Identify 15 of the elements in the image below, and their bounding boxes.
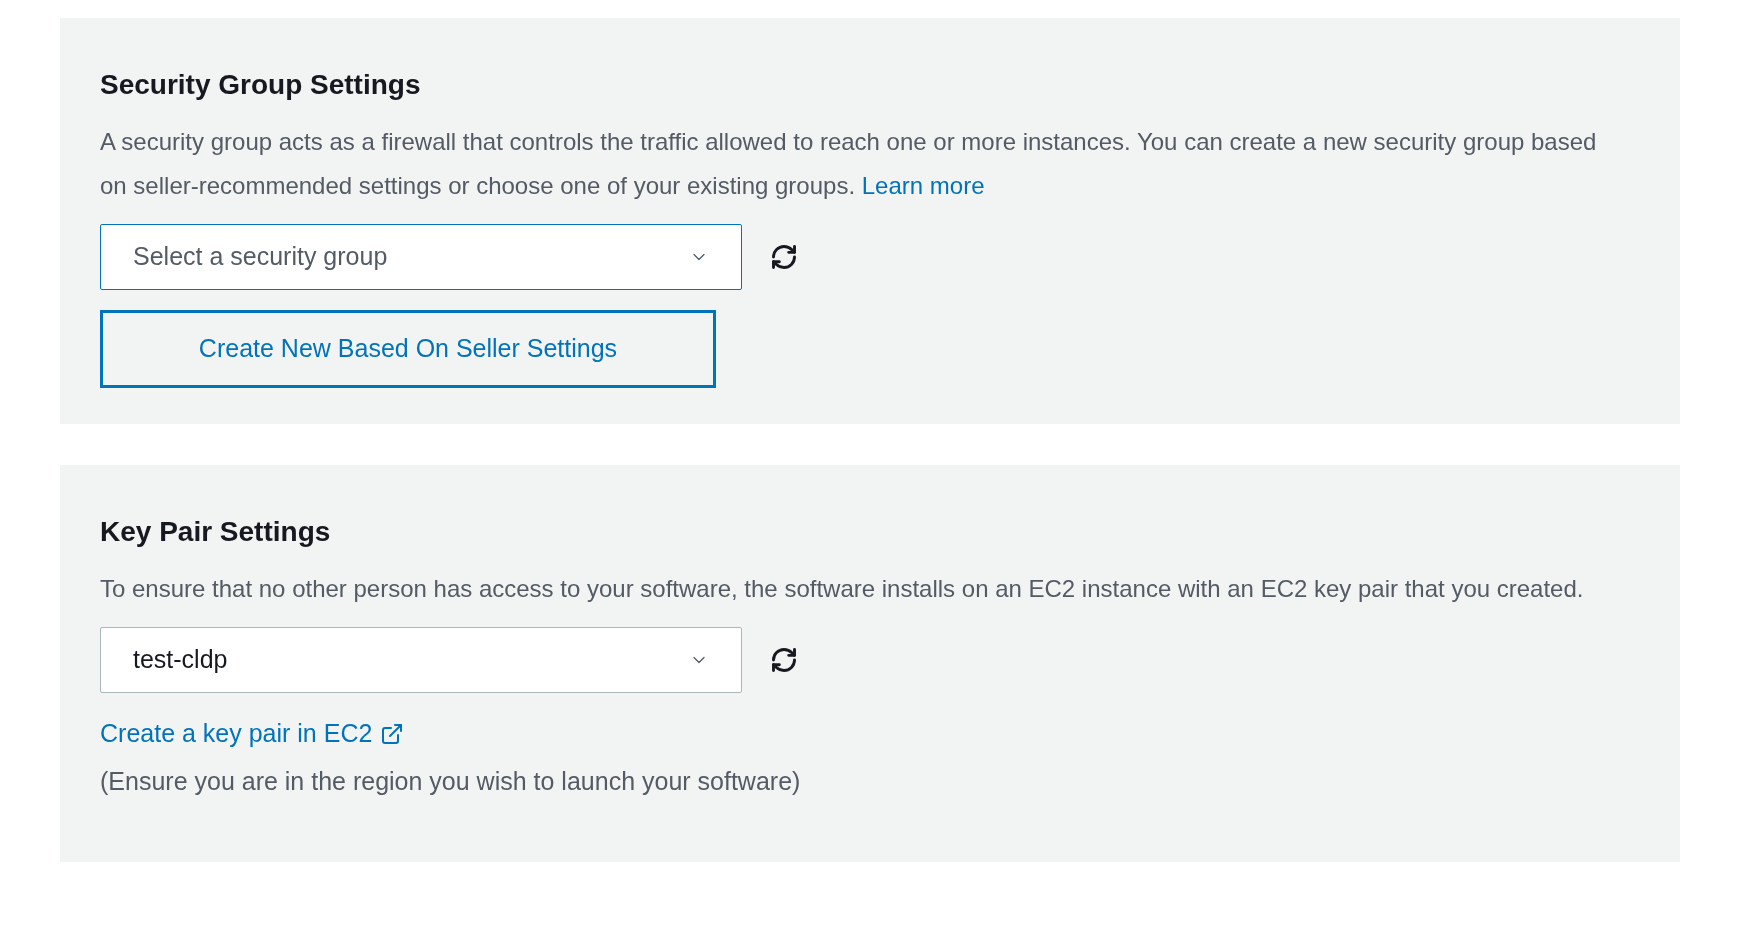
refresh-icon[interactable] (770, 243, 798, 271)
learn-more-link[interactable]: Learn more (861, 172, 985, 199)
dropdown-select[interactable]: Select a security group (100, 224, 742, 290)
create-key-pair-link[interactable]: Create a key pair in EC2 (100, 715, 405, 753)
section-title: Security Group Settings (100, 68, 422, 102)
section-description: To ensure that no other person has access to your software, the software installs on an EC2 instance with an EC2 key pair that you created. (100, 574, 1585, 604)
select-value: test-cldp (133, 644, 228, 676)
select-placeholder: Select a security group (133, 241, 388, 273)
section-description: A security group acts as a firewall that controls the traffic allowed to reach one or more instances. You can create a new security group based on seller-recommended settings or choose one of your existing groups. Learn more (100, 127, 1598, 201)
region-note: (Ensure you are in the region you wish to launch your software) (100, 765, 802, 797)
create-security-group-button[interactable]: Create New Based On Seller Settings (100, 310, 716, 388)
section-title: Key Pair Settings (100, 515, 332, 549)
refresh-icon[interactable] (770, 646, 798, 674)
dropdown-select[interactable]: test-cldp (100, 627, 742, 693)
external-link-icon (380, 721, 405, 746)
